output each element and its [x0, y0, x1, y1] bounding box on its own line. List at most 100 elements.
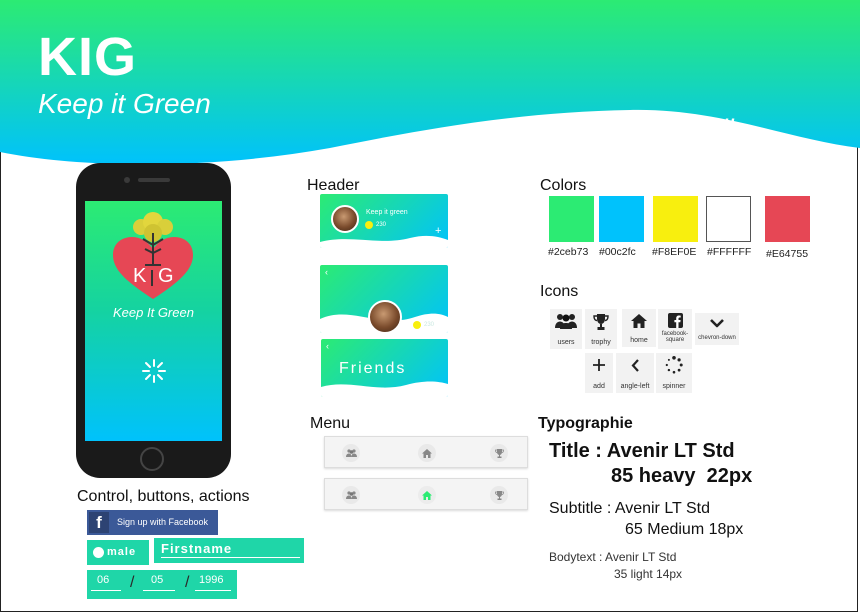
gender-radio-male[interactable]: male	[87, 540, 149, 565]
color-swatch-blue	[599, 196, 644, 242]
users-icon	[345, 491, 357, 499]
angle-left-icon[interactable]: ‹	[326, 341, 329, 351]
date-day-underline	[91, 590, 121, 591]
icon-label-trophy: trophy	[591, 339, 611, 346]
facebook-signup-label: Sign up with Facebook	[117, 517, 209, 527]
color-swatch-white	[706, 196, 751, 242]
firstname-placeholder: Firstname	[161, 541, 233, 556]
header-card-points: 230	[424, 322, 435, 328]
logo-heart-tree-icon	[113, 212, 193, 299]
color-hex-yellow: #F8EF0E	[652, 246, 697, 258]
phone-camera	[124, 177, 130, 183]
chevron-down-icon	[710, 319, 724, 328]
typography-subtitle-line2: 65 Medium 18px	[625, 521, 744, 538]
icon-tile-add: add	[585, 353, 613, 393]
home-icon	[631, 314, 647, 328]
date-year-field[interactable]: 1996	[199, 574, 223, 586]
typography-title-line1: Title : Avenir LT Std	[549, 440, 735, 462]
friends-page-title: Friends	[339, 360, 407, 377]
gender-radio-label: male	[107, 546, 137, 558]
section-typography-label: Typographie	[538, 415, 633, 432]
date-month-field[interactable]: 05	[151, 574, 163, 586]
section-menu-label: Menu	[310, 415, 351, 432]
menu-item-users[interactable]	[342, 486, 360, 504]
date-year-underline	[195, 590, 231, 591]
menu-item-trophy[interactable]	[490, 486, 508, 504]
trophy-icon	[494, 490, 504, 500]
date-day-field[interactable]: 06	[97, 574, 109, 586]
date-separator: /	[130, 574, 135, 591]
date-separator: /	[185, 574, 190, 591]
menu-bar-home-active	[324, 478, 528, 510]
header-card-profile-expanded: ‹ 230	[320, 265, 448, 333]
facebook-icon: f	[89, 512, 109, 533]
header-card-profile: Keep it green 230 +	[320, 194, 448, 248]
logo-letter-k: K	[133, 265, 147, 287]
color-swatch-green	[549, 196, 594, 242]
color-hex-green: #2ceb73	[548, 246, 589, 258]
icon-label-angle-left: angle-left	[620, 383, 650, 390]
section-header-label: Header	[307, 177, 360, 194]
color-swatch-red	[765, 196, 810, 242]
facebook-square-icon	[667, 313, 683, 328]
add-icon[interactable]: +	[435, 225, 441, 237]
icon-label-chevron-down: chevron-down	[698, 335, 736, 341]
menu-item-home-active[interactable]	[418, 486, 436, 504]
trophy-icon	[494, 448, 504, 458]
phone-speaker	[138, 178, 170, 182]
style-tile-label: Style Tile	[638, 114, 749, 144]
icon-label-facebook-square: facebook-square	[661, 331, 689, 343]
icon-label-users: users	[557, 339, 575, 346]
color-hex-blue: #00c2fc	[599, 246, 636, 258]
icon-tile-angle-left: angle-left	[616, 353, 654, 393]
phone-splash-screen: K G Keep It Green	[85, 201, 222, 441]
users-icon	[555, 314, 577, 329]
home-icon	[422, 448, 432, 458]
logo-letter-g: G	[158, 265, 174, 287]
logo-divider	[151, 270, 153, 286]
splash-app-name: Keep It Green	[113, 305, 194, 320]
brand-title: KIG	[38, 27, 138, 87]
radio-dot	[93, 547, 104, 558]
header-card-points: 230	[376, 222, 387, 228]
trophy-icon	[593, 314, 609, 330]
coin-icon	[365, 221, 373, 229]
date-month-underline	[143, 590, 175, 591]
header-wave	[321, 381, 448, 397]
menu-item-trophy[interactable]	[490, 444, 508, 462]
icon-label-home: home	[630, 337, 648, 344]
firstname-input[interactable]: Firstname	[154, 538, 304, 563]
icon-tile-chevron-down: chevron-down	[695, 313, 739, 345]
menu-item-users[interactable]	[342, 444, 360, 462]
section-colors-label: Colors	[540, 177, 587, 194]
spinner-icon	[665, 356, 683, 374]
home-icon	[422, 490, 432, 500]
menu-bar-default	[324, 436, 528, 468]
typography-body-line1: Bodytext : Avenir LT Std	[549, 550, 677, 564]
avatar	[331, 205, 359, 233]
icon-tile-trophy: trophy	[585, 309, 617, 349]
input-underline	[161, 557, 300, 558]
brand-tagline: Keep it Green	[38, 88, 211, 119]
angle-left-icon	[631, 359, 639, 372]
phone-mockup: K G Keep It Green	[76, 163, 231, 478]
add-icon	[593, 359, 605, 371]
menu-item-home[interactable]	[418, 444, 436, 462]
color-hex-white: #FFFFFF	[707, 246, 752, 258]
typography-subtitle-line1: Subtitle : Avenir LT Std	[549, 500, 710, 517]
icon-tile-home: home	[622, 309, 656, 347]
avatar	[368, 300, 402, 333]
typography-title-line2: 85 heavy 22px	[611, 465, 753, 487]
birthdate-input: 06 / 05 / 1996	[87, 570, 237, 599]
facebook-signup-button[interactable]: f Sign up with Facebook	[87, 510, 218, 535]
section-controls-label: Control, buttons, actions	[77, 488, 250, 505]
icon-tile-spinner: spinner	[656, 353, 692, 393]
angle-left-icon[interactable]: ‹	[325, 267, 328, 277]
header-card-title: Keep it green	[366, 209, 408, 216]
icon-label-spinner: spinner	[662, 383, 686, 390]
color-hex-red: #E64755	[766, 248, 809, 260]
users-icon	[345, 449, 357, 457]
coin-icon	[413, 321, 421, 329]
icon-tile-users: users	[550, 309, 582, 349]
section-icons-label: Icons	[540, 283, 579, 300]
